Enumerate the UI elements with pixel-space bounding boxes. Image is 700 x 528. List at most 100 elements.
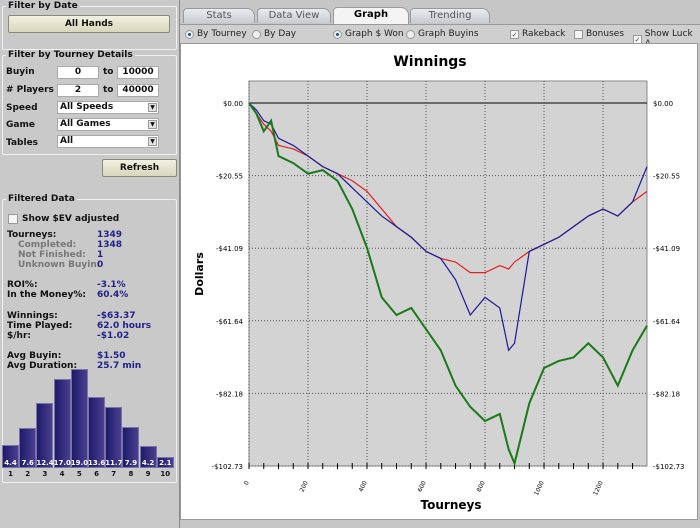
refresh-button[interactable]: Refresh — [102, 159, 177, 177]
histogram-bar-value: 13.6 — [88, 459, 106, 467]
x-tick-label: 400 — [358, 480, 369, 494]
speed-value: All Speeds — [60, 102, 114, 112]
players-from-input[interactable]: 2 — [57, 84, 99, 97]
histogram-bar — [88, 397, 105, 468]
game-label: Game — [6, 120, 35, 130]
radio-icon — [406, 29, 415, 39]
stat-value: 1348 — [97, 240, 123, 250]
stat-value: -$63.37 — [97, 311, 136, 321]
rakeback-checkbox[interactable]: ✓ Rakeback — [510, 29, 565, 39]
by-day-label: By Day — [264, 29, 297, 39]
stat-value: -3.1% — [97, 280, 126, 290]
chevron-down-icon[interactable]: ▼ — [148, 137, 157, 146]
chevron-down-icon[interactable]: ▼ — [148, 120, 157, 129]
buyin-to-input[interactable]: 10000 — [117, 66, 159, 79]
bonuses-checkbox[interactable]: Bonuses — [574, 29, 624, 39]
filtered-data-title: Filtered Data — [6, 194, 77, 204]
radio-selected-icon — [185, 29, 194, 39]
all-hands-button[interactable]: All Hands — [8, 15, 170, 33]
chevron-down-icon[interactable]: ▼ — [148, 103, 157, 112]
histogram-bin-label: 3 — [42, 470, 48, 478]
tables-label: Tables — [6, 138, 39, 148]
stat-label: Avg Buyin: — [7, 351, 62, 361]
histogram-bar-value: 19.0 — [70, 459, 89, 467]
stat-label: ROI%: — [7, 280, 38, 290]
graph-panel: Stats Data View Graph Trending By Tourne… — [180, 0, 700, 528]
stat-label: Tourneys: — [7, 230, 57, 240]
x-tick-label: 800 — [476, 480, 487, 494]
radio-icon — [252, 29, 261, 39]
graph-options-bar: By Tourney By Day Graph $ Won Graph Buyi… — [180, 24, 700, 49]
histogram-bin-label: 10 — [160, 470, 171, 478]
players-to-input[interactable]: 40000 — [117, 84, 159, 97]
y-tick-label-left: -$82.18 — [216, 390, 243, 398]
tab-stats[interactable]: Stats — [183, 8, 255, 23]
speed-label: Speed — [6, 103, 38, 113]
tables-value: All — [60, 136, 74, 146]
graph-won-label: Graph $ Won — [345, 29, 404, 39]
stat-label: Unknown Buyin: — [18, 260, 101, 270]
y-axis-label: Dollars — [193, 252, 206, 296]
stat-value: 60.4% — [97, 290, 129, 300]
x-tick-label: 200 — [299, 480, 310, 494]
histogram-bin-label: 6 — [94, 470, 99, 478]
stat-label: Not Finished: — [18, 250, 86, 260]
histogram-bin-label: 8 — [128, 470, 134, 478]
histogram-bin-label: 2 — [25, 470, 31, 478]
stat-value: $1.50 — [97, 351, 126, 361]
stat-value: -$1.02 — [97, 331, 130, 341]
tab-graph[interactable]: Graph — [333, 7, 409, 24]
stat-label: Completed: — [18, 240, 77, 250]
stat-value: 1 — [97, 250, 104, 260]
buyin-label: Buyin — [6, 67, 35, 77]
histogram-bar-value: 12.4 — [36, 459, 54, 467]
x-axis-label: Tourneys — [421, 498, 482, 512]
x-tick-label: 0 — [243, 480, 251, 487]
filter-by-tourney-title: Filter by Tourney Details — [6, 50, 135, 60]
stat-label: Winnings: — [7, 311, 58, 321]
buyin-from-input[interactable]: 0 — [57, 66, 99, 79]
tab-trending[interactable]: Trending — [410, 8, 490, 23]
stat-label: Time Played: — [7, 321, 73, 331]
histogram-bar-value: 7.9 — [124, 459, 138, 467]
histogram-bin-label: 1 — [8, 470, 13, 478]
histogram-bar-value: 17.0 — [53, 459, 71, 467]
stat-value: 0 — [97, 260, 104, 270]
filter-by-date-group: Filter by Date All Hands — [2, 1, 177, 50]
radio-selected-icon — [333, 29, 342, 39]
speed-select[interactable]: All Speeds ▼ — [57, 101, 159, 114]
y-tick-label-right: $0.00 — [653, 100, 673, 108]
histogram-bar — [70, 369, 88, 468]
histogram-bar-value: 11.7 — [105, 459, 123, 467]
y-tick-label-left: -$102.73 — [212, 463, 243, 471]
tables-select[interactable]: All ▼ — [57, 135, 159, 148]
graph-buyins-radio[interactable]: Graph Buyins — [406, 29, 479, 39]
by-tourney-radio[interactable]: By Tourney — [185, 29, 247, 39]
y-tick-label-right: -$41.09 — [653, 245, 680, 253]
histogram-bin-label: 4 — [59, 470, 65, 478]
stat-label: Avg Duration: — [7, 361, 78, 371]
y-tick-label-right: -$20.55 — [653, 173, 680, 181]
histogram-bar-value: 4.4 — [4, 459, 17, 467]
bonuses-label: Bonuses — [586, 29, 625, 39]
y-tick-label-left: -$61.64 — [216, 318, 244, 326]
winnings-chart: Winnings Tourneys Dollars $0.00 $0.00 -$20… — [180, 43, 698, 520]
y-tick-label-left: -$20.55 — [216, 173, 243, 181]
rakeback-label: Rakeback — [522, 29, 566, 39]
y-tick-label-right: -$82.18 — [653, 390, 680, 398]
ev-adjusted-checkbox[interactable] — [8, 214, 18, 224]
histogram-bar-value: 7.6 — [21, 459, 34, 467]
buyin-to-label: to — [103, 67, 114, 77]
chart-svg: Winnings Tourneys Dollars $0.00 $0.00 -$20… — [193, 54, 684, 512]
ev-adjusted-label: Show $EV adjusted — [22, 214, 120, 224]
game-select[interactable]: All Games ▼ — [57, 118, 159, 131]
graph-won-radio[interactable]: Graph $ Won — [333, 29, 404, 39]
x-tick-label: 1000 — [533, 480, 546, 497]
histogram-bar — [53, 379, 71, 468]
filter-by-date-title: Filter by Date — [6, 1, 80, 11]
players-label: # Players — [6, 85, 54, 95]
by-day-radio[interactable]: By Day — [252, 29, 296, 39]
tab-data-view[interactable]: Data View — [257, 8, 331, 23]
checkbox-icon — [574, 29, 583, 39]
stat-value: 25.7 min — [97, 361, 142, 371]
